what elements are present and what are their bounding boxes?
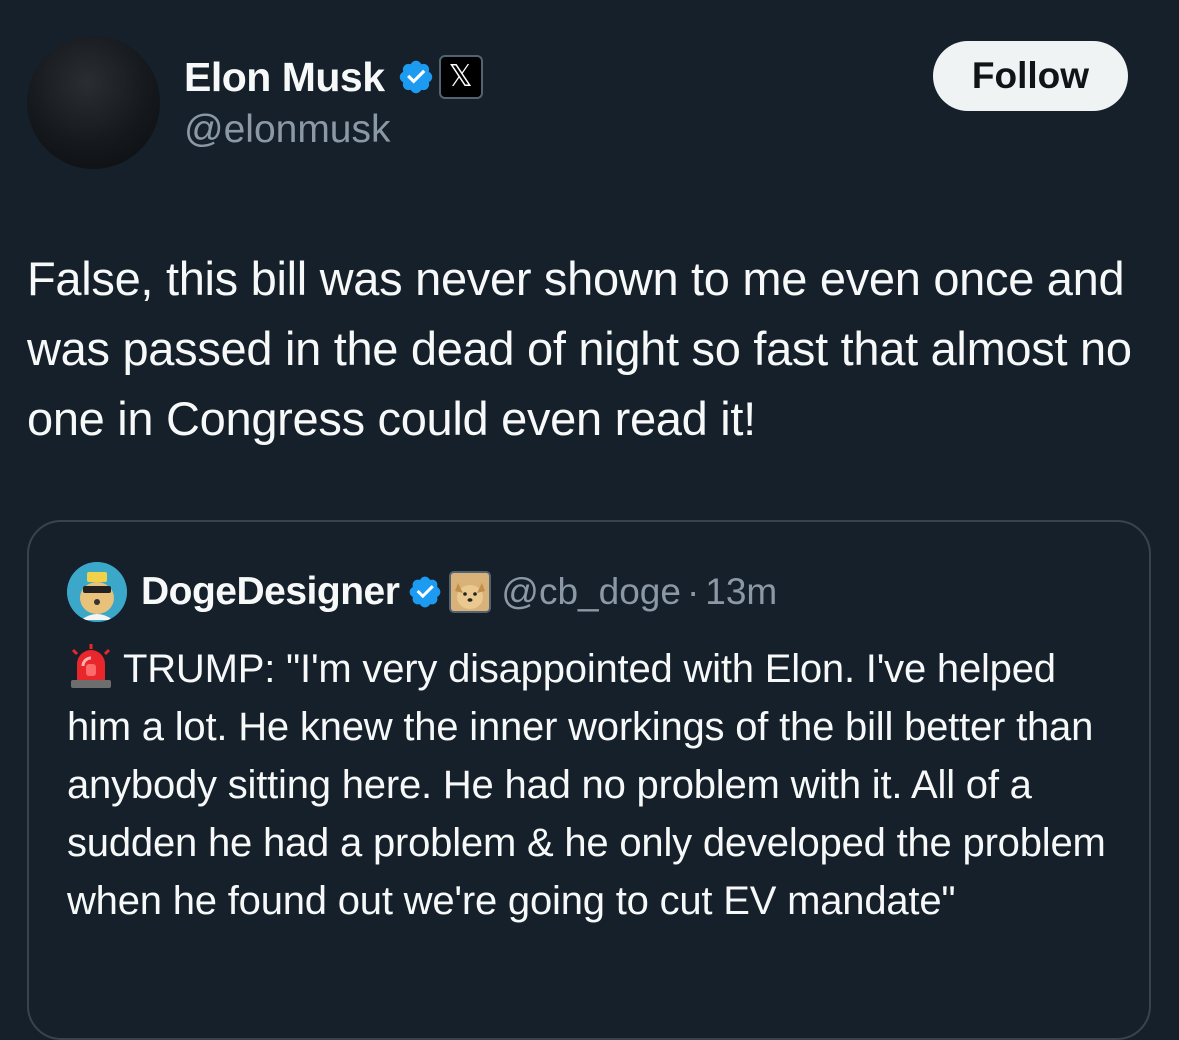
quoted-tweet-header: DogeDesigner @cb_doge · 13m [67,562,777,622]
quoted-verified-badge-icon[interactable] [407,574,443,610]
doge-affiliation-icon[interactable] [449,571,492,613]
quoted-author-display-name[interactable]: DogeDesigner [141,570,400,614]
quoted-separator: · [686,571,700,612]
quoted-author-avatar[interactable] [67,562,127,622]
follow-button[interactable]: Follow [933,41,1128,111]
author-name-row: Elon Musk 𝕏 [184,52,483,102]
verified-badge-icon[interactable] [397,58,435,96]
quoted-tweet-card[interactable]: DogeDesigner @cb_doge · 13m TRUMP: "I'm … [27,520,1151,1040]
rotating-light-icon [67,642,115,690]
quoted-author-handle[interactable]: @cb_doge [501,571,681,613]
quoted-tweet-text-block: TRUMP: "I'm very disappointed with Elon.… [67,640,1127,930]
quoted-timestamp[interactable]: 13m [705,571,777,613]
author-handle[interactable]: @elonmusk [184,108,391,152]
author-display-name[interactable]: Elon Musk [184,54,385,101]
x-logo-icon[interactable]: 𝕏 [438,55,483,99]
tweet-text: False, this bill was never shown to me e… [27,252,1132,445]
author-avatar[interactable] [27,36,160,169]
quoted-tweet-text: TRUMP: "I'm very disappointed with Elon.… [67,647,1106,923]
